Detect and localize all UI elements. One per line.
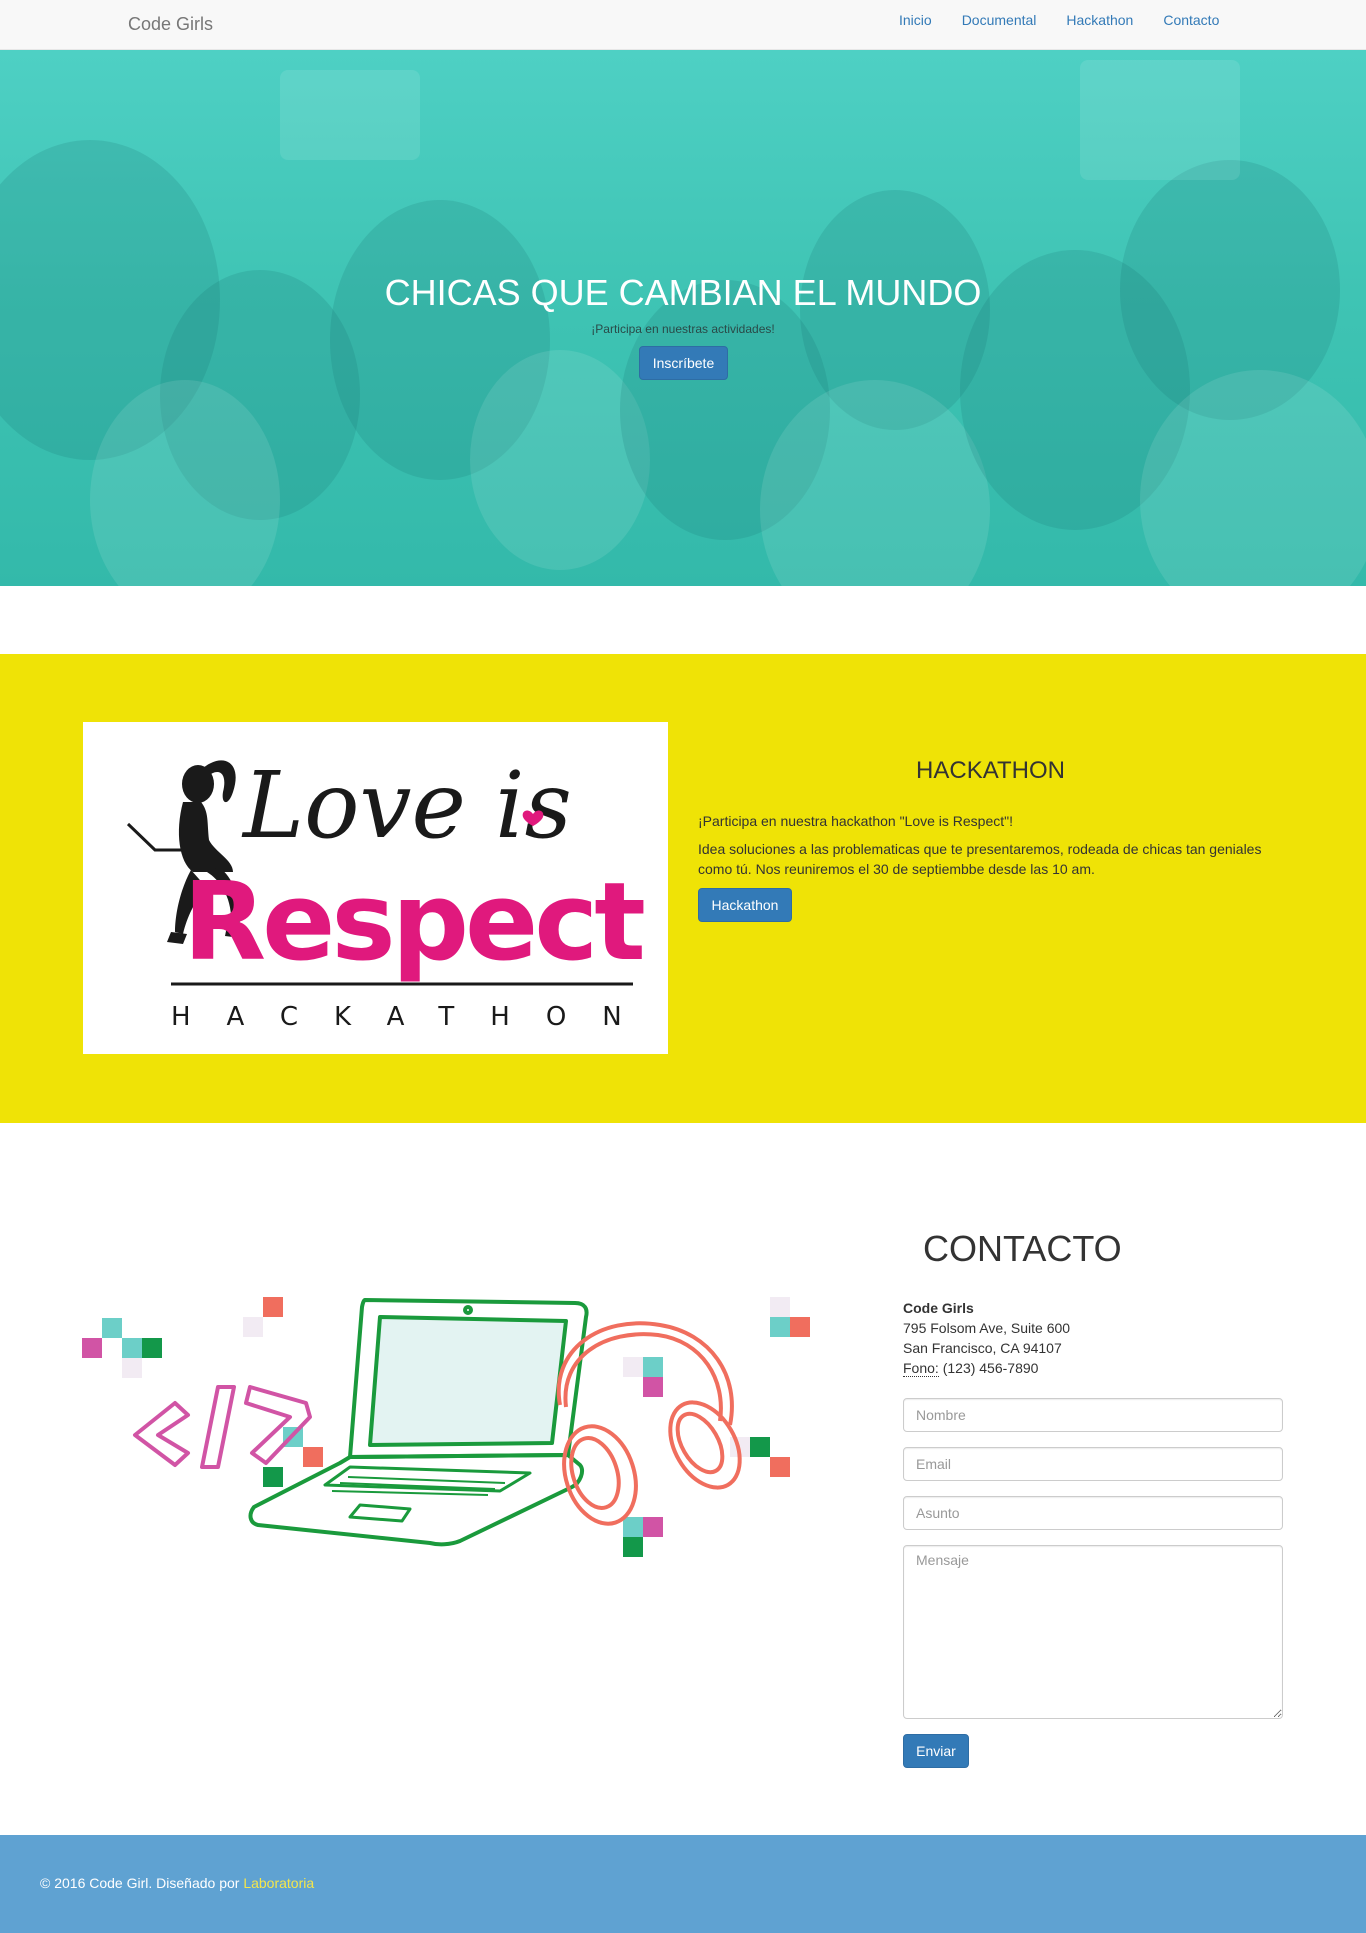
laptop-headphones-illustration — [82, 1297, 810, 1557]
contact-title: CONTACTO — [923, 1228, 1122, 1269]
contact-address: Code Girls 795 Folsom Ave, Suite 600 San… — [903, 1298, 1070, 1378]
hackathon-logo-graphic: Love is Respect HACKATHON — [126, 752, 658, 1032]
address-line-2: San Francisco, CA 94107 — [903, 1340, 1062, 1356]
nav-link-contacto[interactable]: Contacto — [1163, 12, 1219, 28]
footer: © 2016 Code Girl. Diseñado por Laborator… — [0, 1835, 1366, 1933]
navbar: Code Girls Inicio Documental Hackathon C… — [0, 0, 1366, 50]
hackathon-intro: ¡Participa en nuestra hackathon "Love is… — [698, 813, 1013, 829]
subject-field[interactable] — [903, 1496, 1283, 1530]
logo-sub-text: HACKATHON — [171, 1002, 658, 1032]
logo-script-text: Love is — [241, 752, 572, 859]
laboratoria-link[interactable]: Laboratoria — [243, 1875, 314, 1891]
email-field[interactable] — [903, 1447, 1283, 1481]
laptop-icon — [248, 1298, 589, 1547]
love-is-respect-logo: Love is Respect HACKATHON — [83, 722, 668, 1054]
logo-main-text: Respect — [183, 860, 644, 985]
footer-copyright: © 2016 Code Girl. Diseñado por Laborator… — [40, 1875, 314, 1891]
coding-illustration — [80, 1295, 820, 1625]
nav-link-inicio[interactable]: Inicio — [899, 12, 932, 28]
signup-button[interactable]: Inscríbete — [639, 346, 728, 380]
hero-banner: CHICAS QUE CAMBIAN EL MUNDO ¡Participa e… — [0, 50, 1366, 586]
phone-label: Fono: — [903, 1360, 939, 1377]
navbar-brand[interactable]: Code Girls — [128, 14, 213, 35]
hackathon-button[interactable]: Hackathon — [698, 888, 792, 922]
contact-org-name: Code Girls — [903, 1300, 974, 1316]
footer-text: © 2016 Code Girl. Diseñado por — [40, 1875, 240, 1891]
phone-number: (123) 456-7890 — [942, 1360, 1039, 1376]
hero-title: CHICAS QUE CAMBIAN EL MUNDO — [384, 272, 982, 313]
headphones-icon — [556, 1321, 742, 1526]
hackathon-title: HACKATHON — [916, 757, 1065, 784]
hero-subtitle: ¡Participa en nuestras actividades! — [591, 322, 775, 336]
nav-links: Inicio Documental Hackathon Contacto — [899, 12, 1249, 28]
hackathon-description: Idea soluciones a las problematicas que … — [698, 841, 1262, 877]
nav-link-documental[interactable]: Documental — [962, 12, 1037, 28]
name-field[interactable] — [903, 1398, 1283, 1432]
send-button[interactable]: Enviar — [903, 1734, 969, 1768]
address-line-1: 795 Folsom Ave, Suite 600 — [903, 1320, 1071, 1336]
hackathon-section: Love is Respect HACKATHON HACKATHON ¡Par… — [0, 654, 1366, 1123]
message-field[interactable] — [903, 1545, 1283, 1719]
nav-link-hackathon[interactable]: Hackathon — [1066, 12, 1133, 28]
